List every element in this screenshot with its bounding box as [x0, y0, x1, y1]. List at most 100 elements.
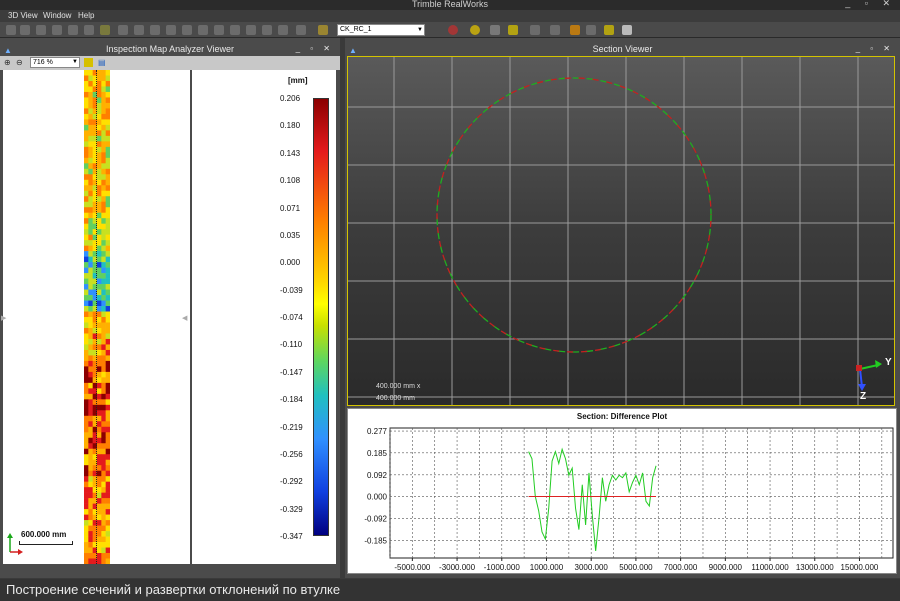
deviation-cell — [84, 503, 89, 510]
deviation-cell — [88, 393, 93, 400]
eye-icon[interactable] — [508, 25, 518, 35]
deviation-cell — [101, 399, 106, 406]
zoom-select[interactable]: 716 % ▼ — [30, 57, 80, 68]
warning-icon[interactable] — [570, 25, 580, 35]
deviation-cell — [97, 547, 102, 554]
tool-icon[interactable] — [214, 25, 224, 35]
deviation-cell — [88, 536, 93, 543]
fit-view-icon[interactable] — [84, 58, 93, 67]
tool-icon[interactable] — [296, 25, 306, 35]
tool-icon[interactable] — [20, 25, 30, 35]
ruler-icon[interactable] — [318, 25, 328, 35]
zoom-out-icon[interactable]: ⊖ — [16, 58, 23, 67]
deviation-cell — [88, 91, 93, 98]
deviation-cell — [88, 426, 93, 433]
tool-icon[interactable] — [278, 25, 288, 35]
deviation-cell — [84, 382, 89, 389]
deviation-cell — [84, 338, 89, 345]
deviation-cell — [84, 421, 89, 428]
deviation-cell — [101, 119, 106, 126]
deviation-cell — [84, 509, 89, 515]
deviation-cell — [88, 317, 93, 323]
deviation-cell — [84, 223, 89, 230]
object-select[interactable]: CK_RC_1 ▼ — [337, 24, 425, 36]
deviation-cell — [84, 470, 89, 477]
menu-3d-view[interactable]: 3D View — [8, 11, 38, 20]
deviation-cell — [97, 459, 102, 466]
deviation-cell — [101, 212, 106, 219]
tool-icon[interactable] — [6, 25, 16, 35]
tool-icon[interactable] — [586, 25, 596, 35]
deviation-cell — [88, 229, 93, 235]
deviation-cell — [88, 300, 93, 307]
layer-icon[interactable] — [604, 25, 614, 35]
tool-icon[interactable] — [134, 25, 144, 35]
section-line[interactable] — [96, 70, 97, 564]
deviation-cell — [97, 415, 102, 422]
collapse-left-icon[interactable]: ◀ — [182, 314, 187, 322]
deviation-cell — [101, 240, 106, 246]
color-palette-icon[interactable] — [448, 25, 458, 35]
points-icon[interactable] — [490, 25, 500, 35]
deviation-cell — [88, 289, 93, 296]
tool-icon[interactable] — [166, 25, 176, 35]
deviation-cell — [84, 234, 89, 241]
deviation-cell — [88, 251, 93, 257]
deviation-cell — [88, 327, 93, 334]
section-3d-view[interactable]: 400.000 mm x 400.000 mm Y Z — [347, 56, 895, 406]
tool-icon[interactable] — [68, 25, 78, 35]
deviation-cell — [101, 174, 106, 181]
tool-icon[interactable] — [182, 25, 192, 35]
panel-controls[interactable]: _ ▫ ✕ — [296, 42, 334, 56]
deviation-cell — [101, 262, 106, 268]
deviation-cell — [105, 327, 110, 334]
deviation-cell — [97, 382, 102, 389]
deviation-cell — [84, 289, 89, 296]
deviation-cell — [105, 399, 110, 406]
menu-help[interactable]: Help — [78, 11, 94, 20]
inspection-map-view[interactable]: 600.000 mm — [3, 70, 190, 564]
expand-right-icon[interactable]: ▶ — [1, 314, 6, 322]
sphere-icon[interactable] — [470, 25, 480, 35]
deviation-cell — [97, 135, 102, 142]
print-icon[interactable] — [622, 25, 632, 35]
tool-icon[interactable] — [246, 25, 256, 35]
tool-icon[interactable] — [550, 25, 560, 35]
window-controls[interactable]: _ ▫ ✕ — [845, 0, 896, 9]
deviation-cell — [105, 163, 110, 170]
deviation-cell — [88, 371, 93, 378]
axis-gizmo-icon — [856, 360, 882, 391]
tool-icon[interactable] — [100, 25, 110, 35]
deviation-cell — [88, 168, 93, 175]
deviation-cell — [101, 547, 106, 554]
layers-icon[interactable]: ▤ — [98, 58, 106, 67]
deviation-cell — [105, 152, 110, 159]
deviation-cell — [101, 130, 106, 137]
deviation-cell — [84, 284, 89, 290]
deviation-cell — [88, 245, 93, 252]
tool-icon[interactable] — [84, 25, 94, 35]
tool-icon[interactable] — [262, 25, 272, 35]
x-tick-label: 1000.000 — [530, 563, 564, 572]
tool-icon[interactable] — [118, 25, 128, 35]
deviation-cell — [105, 229, 110, 235]
deviation-cell — [84, 267, 89, 274]
tool-icon[interactable] — [530, 25, 540, 35]
deviation-cell — [88, 443, 93, 450]
deviation-cell — [105, 75, 110, 82]
tool-icon[interactable] — [198, 25, 208, 35]
y-tick-label: 0.000 — [367, 493, 388, 502]
tool-icon[interactable] — [52, 25, 62, 35]
tool-icon[interactable] — [150, 25, 160, 35]
difference-plot[interactable]: Section: Difference Plot 0.277 0.185 0.092… — [347, 408, 897, 574]
deviation-cell — [101, 333, 106, 340]
tool-icon[interactable] — [36, 25, 46, 35]
panel-controls[interactable]: _ ▫ ✕ — [856, 42, 894, 56]
section-circle-green — [436, 77, 712, 353]
menu-window[interactable]: Window — [43, 11, 71, 20]
x-tick-label: 13000.000 — [796, 563, 834, 572]
tool-icon[interactable] — [230, 25, 240, 35]
zoom-in-icon[interactable]: ⊕ — [4, 58, 11, 67]
deviation-cell — [101, 75, 106, 82]
app-title: Trimble RealWorks — [411, 0, 488, 9]
